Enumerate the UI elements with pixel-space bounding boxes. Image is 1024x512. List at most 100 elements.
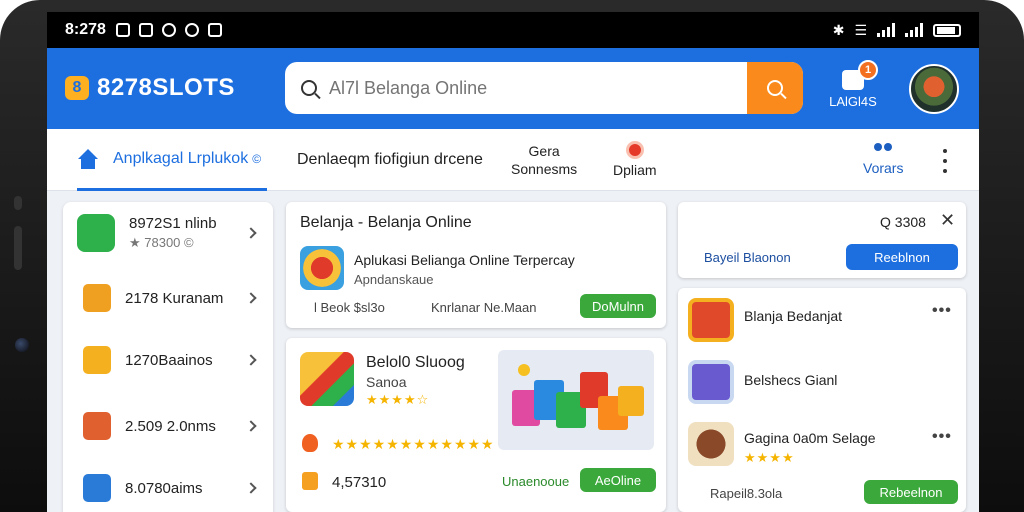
home-icon — [77, 148, 99, 169]
status-time: 8:278 — [65, 21, 106, 38]
shopping-bags-image — [498, 350, 654, 450]
promo-icon — [625, 141, 644, 159]
footer-label: Rapeil8.3ola — [710, 486, 783, 501]
notification-icon — [207, 23, 222, 37]
list-item[interactable]: 8.0780aims — [63, 474, 273, 502]
rating-stars: ★★★★ — [744, 450, 795, 465]
fire-icon — [302, 434, 318, 452]
close-icon[interactable]: ✕ — [940, 210, 955, 231]
more-options-icon[interactable]: ••• — [932, 302, 952, 320]
download-button[interactable]: Rebeelnon — [864, 480, 958, 504]
phone-app-icon — [688, 360, 734, 404]
list-item-title: Blanja Bedanjat — [744, 308, 843, 324]
tab-users[interactable]: Vorars — [863, 129, 903, 191]
lock-icon — [83, 346, 111, 374]
list-item-title: 8972S1 nlinb — [129, 215, 217, 232]
online-button[interactable]: AeOline — [580, 468, 656, 492]
list-item-title: 1270Baainos — [125, 351, 213, 369]
trophy-icon — [302, 472, 318, 490]
list-item-title: 2178 Kuranam — [125, 289, 224, 307]
wallet-icon — [77, 214, 115, 252]
chevron-right-icon — [245, 227, 257, 239]
wifi-icon: ☰ — [854, 21, 867, 38]
notification-badge: 1 — [858, 60, 878, 80]
tab-categories[interactable]: Denlaeqm fiofigiun drcene — [297, 129, 483, 191]
signal-icon — [877, 23, 895, 37]
featured-app-card[interactable]: Belanja - Belanja Online Aplukasi Belian… — [286, 202, 666, 328]
card-meta: Knrlanar Ne.Maan — [431, 300, 537, 315]
battery-icon — [933, 23, 961, 37]
phone-frame: 8:278 ✱ ☰ 8 8278SLOTS Al7l Belanga Onlin… — [0, 0, 1024, 512]
box-icon — [83, 284, 111, 312]
card-link[interactable]: Unaenooue — [502, 474, 569, 489]
list-item[interactable]: 8972S1 nlinb ★ 78300 © — [63, 214, 273, 252]
list-item[interactable]: Gagina 0a0m Selage ★★★★ ••• — [678, 422, 966, 472]
amount-value: 4,57310 — [332, 474, 387, 491]
more-menu-icon[interactable] — [943, 149, 947, 173]
language-button[interactable]: 1 LAlGl4S — [827, 60, 879, 109]
list-item-title: 8.0780aims — [125, 479, 203, 497]
chevron-right-icon — [245, 354, 257, 366]
rating-stars: ★★★★★★★★★★★★ — [332, 436, 495, 452]
tab-home-label: Anplkagal Lrplukok — [113, 149, 249, 167]
search-button[interactable] — [747, 62, 803, 114]
card-icon — [83, 474, 111, 502]
screen: 8:278 ✱ ☰ 8 8278SLOTS Al7l Belanga Onlin… — [47, 12, 979, 512]
card-meta: l Beok $sl3o — [314, 300, 385, 315]
status-bar: 8:278 ✱ ☰ — [47, 12, 979, 48]
language-label: LAlGl4S — [829, 94, 877, 109]
bluetooth-icon: ✱ — [832, 21, 845, 38]
tab-services[interactable]: Gera Sonnesms — [511, 129, 577, 191]
list-item[interactable]: 2178 Kuranam — [63, 284, 273, 312]
tab-label: Gera — [528, 143, 560, 159]
notification-icon — [161, 23, 176, 37]
notification-icon — [184, 23, 199, 37]
filter-button[interactable]: Reeblnon — [846, 244, 958, 270]
filter-search[interactable]: Q 3308 — [880, 214, 926, 230]
notification-icon — [138, 23, 153, 37]
logo-icon: 8 — [65, 76, 89, 100]
shop-app-icon — [300, 246, 344, 290]
shopping-app-icon — [300, 352, 354, 406]
search-icon — [301, 80, 317, 96]
app-header: 8 8278SLOTS 1 LAlGl4S — [47, 48, 979, 129]
chevron-right-icon — [245, 292, 257, 304]
list-item[interactable]: Belshecs Gianl — [678, 360, 966, 406]
search-icon — [767, 80, 783, 96]
brand-logo[interactable]: 8 8278SLOTS — [65, 74, 235, 102]
tab-label: Dpliam — [613, 162, 657, 178]
list-item[interactable]: Blanja Bedanjat ••• — [678, 298, 966, 344]
camera-icon — [15, 338, 29, 352]
chevron-right-icon — [245, 482, 257, 494]
rating-stars: ★★★★☆ — [366, 392, 430, 407]
chat-icon: 1 — [842, 60, 878, 90]
side-button — [14, 196, 22, 210]
list-item[interactable]: 2.509 2.0nms — [63, 412, 273, 440]
app-list-card: Blanja Bedanjat ••• Belshecs Gianl Gagin… — [678, 288, 966, 512]
app-title: Belol0 Sluoog — [366, 354, 465, 371]
list-item[interactable]: 1270Baainos — [63, 346, 273, 374]
tab-promo[interactable]: Dpliam — [613, 129, 657, 191]
list-item-title: Gagina 0a0m Selage — [744, 430, 876, 446]
avatar[interactable] — [909, 64, 959, 114]
card-title: Belanja - Belanja Online — [300, 214, 472, 231]
users-icon — [874, 143, 893, 155]
chevron-right-icon — [245, 420, 257, 432]
signal-icon — [905, 23, 923, 37]
more-options-icon[interactable]: ••• — [932, 428, 952, 446]
notification-icon — [115, 23, 130, 37]
tab-home[interactable]: Anplkagal Lrplukok © — [77, 129, 268, 191]
brand-name: 8278SLOTS — [97, 74, 235, 101]
tab-label: Vorars — [863, 160, 904, 176]
notebook-app-icon — [688, 298, 734, 342]
tab-bar: Anplkagal Lrplukok © Denlaeqm fiofigiun … — [47, 129, 979, 191]
tab-label: Denlaeqm fiofigiun drcene — [297, 151, 483, 168]
tab-label: Sonnesms — [511, 161, 578, 177]
list-item-subtitle: ★ 78300 © — [129, 235, 194, 250]
search-input[interactable] — [329, 77, 747, 99]
promo-app-card[interactable]: Belol0 Sluoog Sanoa ★★★★☆ ★★★★★★★★★★★★ 4… — [286, 338, 666, 512]
download-button[interactable]: DoMulnn — [580, 294, 656, 318]
list-item-title: Belshecs Gianl — [744, 372, 838, 388]
filter-card: Q 3308 ✕ Bayeil Blaonon Reeblnon — [678, 202, 966, 278]
card-line: Aplukasi Belianga Online Terpercay — [354, 252, 575, 268]
